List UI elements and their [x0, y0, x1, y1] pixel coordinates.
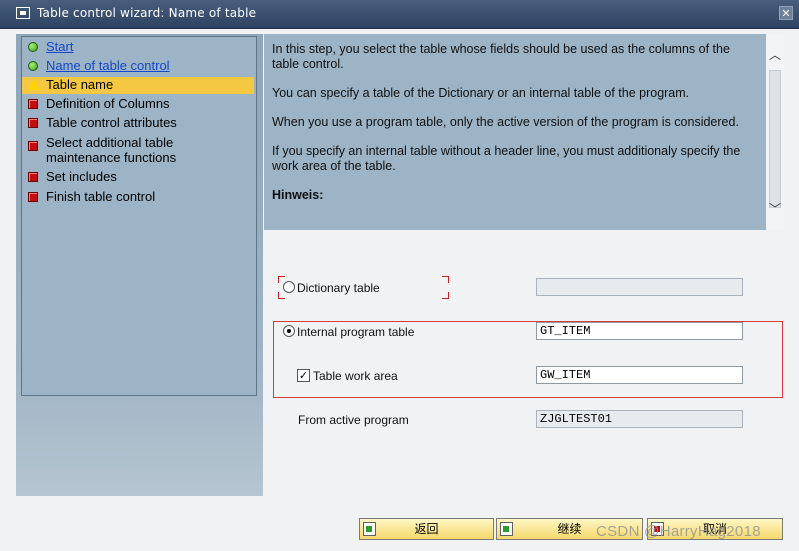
- watermark: CSDN @HarryHag2018: [596, 523, 761, 540]
- help-hint-heading: Hinweis:: [272, 188, 324, 202]
- close-icon[interactable]: ✕: [779, 6, 793, 20]
- nav-item-start[interactable]: Start: [22, 39, 73, 54]
- green-dot-icon: [28, 61, 38, 71]
- scrollbar-thumb[interactable]: [769, 70, 781, 208]
- nav-item-set-includes[interactable]: Set includes: [22, 169, 117, 184]
- red-square-icon: [28, 172, 38, 182]
- red-square-icon: [28, 141, 38, 151]
- dictionary-table-radio[interactable]: [283, 281, 295, 293]
- focus-corner: [278, 292, 285, 299]
- table-work-area-checkbox[interactable]: ✓: [297, 369, 310, 382]
- red-square-icon: [28, 192, 38, 202]
- help-paragraph: In this step, you select the table whose…: [272, 42, 730, 71]
- red-square-icon: [28, 99, 38, 109]
- help-panel: In this step, you select the table whose…: [264, 34, 766, 230]
- nav-item-name-of-table-control[interactable]: Name of table control: [22, 58, 170, 73]
- nav-item-maintenance-functions[interactable]: Select additional table maintenance func…: [22, 135, 192, 165]
- nav-item-table-control-attributes[interactable]: Table control attributes: [22, 115, 177, 130]
- internal-program-table-field[interactable]: GT_ITEM: [536, 322, 743, 340]
- back-button[interactable]: 返回: [359, 518, 494, 540]
- chevron-down-icon[interactable]: ﹀: [768, 202, 782, 216]
- table-work-area-field[interactable]: GW_ITEM: [536, 366, 743, 384]
- back-icon: [363, 522, 376, 536]
- nav-item-label[interactable]: Name of table control: [46, 58, 170, 73]
- window-title: Table control wizard: Name of table: [37, 6, 257, 20]
- green-dot-icon: [28, 42, 38, 52]
- nav-item-label: Definition of Columns: [46, 96, 170, 111]
- help-scrollbar[interactable]: ︿ ﹀: [766, 34, 784, 230]
- internal-program-table-radio[interactable]: [283, 325, 295, 337]
- nav-item-definition-of-columns[interactable]: Definition of Columns: [22, 96, 170, 111]
- table-work-area-label: Table work area: [313, 369, 398, 383]
- back-button-label: 返回: [414, 522, 439, 536]
- warning-triangle-icon: [28, 79, 40, 90]
- window-title-bar: Table control wizard: Name of table ✕: [0, 0, 799, 29]
- continue-button-label: 继续: [557, 522, 582, 536]
- red-square-icon: [28, 118, 38, 128]
- dictionary-table-field[interactable]: [536, 278, 743, 296]
- nav-item-label[interactable]: Start: [46, 39, 73, 54]
- nav-item-label: Table control attributes: [46, 115, 177, 130]
- chevron-up-icon[interactable]: ︿: [768, 48, 782, 62]
- help-text: In this step, you select the table whose…: [272, 42, 756, 217]
- continue-icon: [500, 522, 513, 536]
- help-paragraph: When you use a program table, only the a…: [272, 115, 739, 129]
- from-active-program-field: ZJGLTEST01: [536, 410, 743, 428]
- from-active-program-label: From active program: [298, 413, 409, 427]
- focus-corner: [442, 292, 449, 299]
- focus-corner: [442, 276, 449, 283]
- help-paragraph: You can specify a table of the Dictionar…: [272, 86, 690, 100]
- window-icon: [16, 7, 30, 19]
- nav-item-finish-table-control[interactable]: Finish table control: [22, 189, 155, 204]
- nav-item-label: Table name: [46, 77, 114, 92]
- dictionary-table-label: Dictionary table: [297, 281, 380, 295]
- nav-item-label: Set includes: [46, 169, 117, 184]
- nav-item-label: Finish table control: [46, 189, 156, 204]
- internal-program-table-label: Internal program table: [297, 325, 415, 339]
- nav-item-label: Select additional table maintenance func…: [46, 135, 177, 165]
- help-paragraph: If you specify an internal table without…: [272, 144, 741, 173]
- nav-item-table-name[interactable]: Table name: [22, 77, 254, 94]
